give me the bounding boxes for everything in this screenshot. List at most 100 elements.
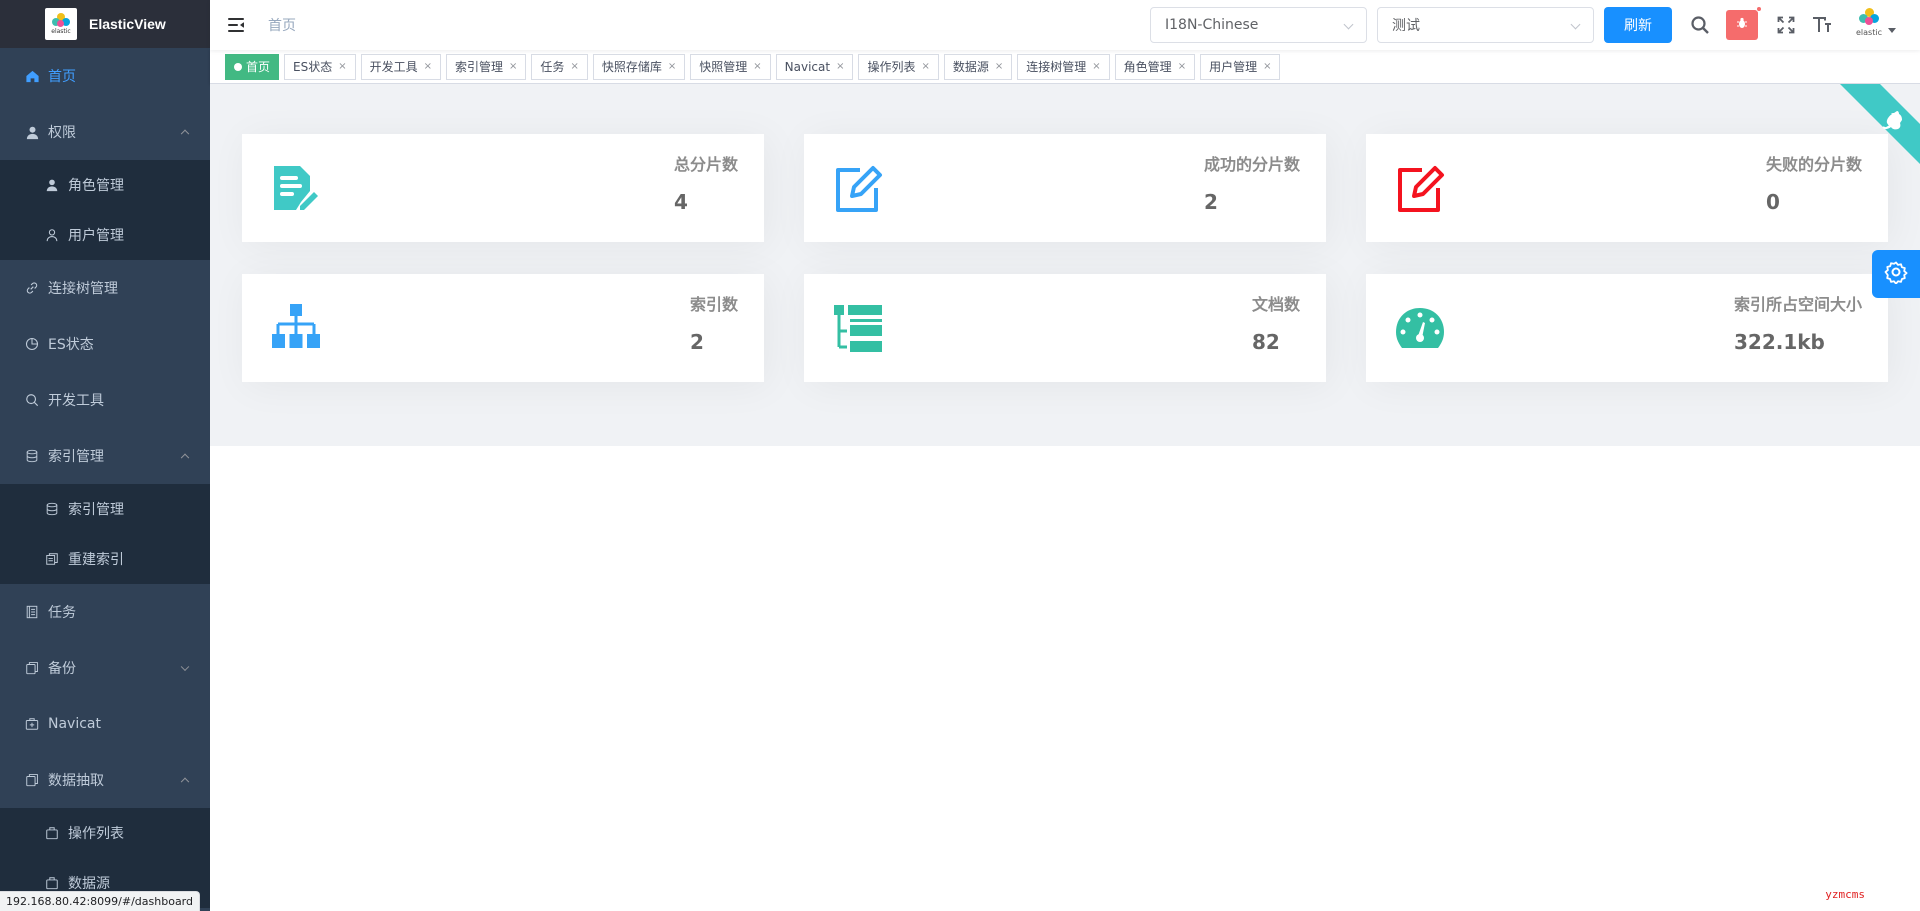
user-icon	[24, 124, 40, 140]
sidebar-item-operation-list[interactable]: 操作列表	[0, 808, 210, 858]
sidebar-item-reindex[interactable]: 重建索引	[0, 534, 210, 584]
close-icon[interactable]: ×	[338, 55, 346, 79]
tag-label: ES状态	[293, 59, 333, 74]
submenu-permissions: 角色管理 用户管理	[0, 160, 210, 260]
sidebar-item-user-management[interactable]: 用户管理	[0, 210, 210, 260]
avatar: elastic	[1854, 8, 1884, 42]
stat-text: 索引所占空间大小 322.1kb	[1733, 296, 1862, 354]
tag-role-management[interactable]: 角色管理 ×	[1114, 53, 1196, 80]
notification-dot	[1756, 6, 1762, 12]
sidebar-item-home[interactable]: 首页	[0, 48, 210, 104]
chevron-up-icon	[180, 777, 190, 787]
sidebar-item-label: 操作列表	[68, 826, 124, 842]
sidebar-item-label: 首页	[48, 69, 76, 85]
navbar: 首页 I18N-Chinese 测试 刷新 elastic	[210, 0, 1920, 50]
tree-structure-icon	[270, 302, 322, 354]
sidebar-item-connection-tree[interactable]: 连接树管理	[0, 260, 210, 316]
close-icon[interactable]: ×	[1178, 55, 1186, 79]
sidebar-item-role-management[interactable]: 角色管理	[0, 160, 210, 210]
stat-text: 失败的分片数 0	[1765, 156, 1862, 214]
sidebar-item-label: 索引管理	[68, 502, 124, 518]
sidebar-item-label: 用户管理	[68, 228, 124, 244]
connection-select[interactable]: 测试	[1377, 7, 1594, 43]
close-icon[interactable]: ×	[753, 55, 761, 79]
edit-square-icon	[1394, 162, 1446, 214]
tag-navicat[interactable]: Navicat ×	[775, 53, 854, 80]
sidebar-item-label: 开发工具	[48, 393, 104, 409]
close-icon[interactable]: ×	[668, 55, 676, 79]
error-log-button[interactable]	[1726, 6, 1762, 40]
status-bar-url: 192.168.80.42:8099/#/dashboard	[0, 891, 200, 911]
close-icon[interactable]: ×	[1263, 55, 1271, 79]
tag-label: 开发工具	[369, 59, 418, 74]
hamburger-icon[interactable]	[228, 18, 244, 32]
sidebar-item-es-status[interactable]: ES状态	[0, 316, 210, 372]
tag-dev-tools[interactable]: 开发工具 ×	[360, 53, 442, 80]
dashboard-panel: 总分片数 4 成功的分片数 2 失败的分片数 0 索引数 2 文档数 82 索引…	[210, 84, 1920, 446]
stat-value: 322.1kb	[1733, 330, 1825, 354]
sidebar-item-label: 数据抽取	[48, 773, 104, 789]
settings-button[interactable]	[1872, 250, 1920, 298]
watermark-text: yzmcms	[1825, 888, 1865, 901]
database-icon	[24, 448, 40, 464]
fullscreen-icon[interactable]	[1774, 13, 1798, 37]
tags-view: 首页 ES状态 × 开发工具 × 索引管理 × 任务 × 快照存储库 × 快照管理 × Na…	[210, 50, 1920, 84]
link-icon	[24, 280, 40, 296]
refresh-button[interactable]: 刷新	[1604, 7, 1672, 43]
tag-es-status[interactable]: ES状态 ×	[284, 53, 356, 80]
avatar-caption: elastic	[1856, 28, 1882, 37]
sidebar-item-dev-tools[interactable]: 开发工具	[0, 372, 210, 428]
tag-user-management[interactable]: 用户管理 ×	[1200, 53, 1281, 80]
close-icon[interactable]: ×	[509, 55, 517, 79]
font-size-icon[interactable]	[1810, 13, 1834, 37]
sidebar-item-label: ES状态	[48, 337, 94, 353]
avatar-dropdown[interactable]: elastic	[1854, 8, 1896, 42]
search-icon[interactable]	[1688, 13, 1712, 37]
sidebar-item-permissions[interactable]: 权限	[0, 104, 210, 160]
sidebar-item-index-management[interactable]: 索引管理	[0, 428, 210, 484]
tag-snapshot-management[interactable]: 快照管理 ×	[690, 53, 771, 80]
tag-snapshot-repository[interactable]: 快照存储库 ×	[592, 53, 686, 80]
stat-text: 成功的分片数 2	[1204, 156, 1300, 213]
close-icon[interactable]: ×	[921, 55, 929, 79]
stat-card-index-count[interactable]: 索引数 2	[242, 274, 764, 382]
tag-data-source[interactable]: 数据源 ×	[943, 53, 1013, 80]
suitcase-icon	[44, 875, 60, 891]
document-edit-icon	[270, 162, 322, 214]
app-title: ElasticView	[89, 16, 166, 32]
tag-label: 数据源	[952, 59, 989, 74]
stat-text: 索引数 2	[690, 296, 738, 353]
copy-icon	[44, 551, 60, 567]
sidebar-item-tasks[interactable]: 任务	[0, 584, 210, 640]
gear-icon	[1884, 260, 1908, 288]
close-icon[interactable]: ×	[1092, 55, 1100, 79]
close-icon[interactable]: ×	[995, 55, 1003, 79]
tag-connection-tree[interactable]: 连接树管理 ×	[1017, 53, 1110, 80]
breadcrumb[interactable]: 首页	[268, 15, 296, 35]
tag-label: 索引管理	[455, 59, 504, 74]
stat-card-total-shards[interactable]: 总分片数 4	[242, 134, 764, 242]
stat-card-index-size[interactable]: 索引所占空间大小 322.1kb	[1366, 274, 1888, 382]
tag-index-management[interactable]: 索引管理 ×	[446, 53, 527, 80]
close-icon[interactable]: ×	[836, 55, 844, 79]
sidebar-item-navicat[interactable]: Navicat	[0, 696, 210, 752]
tag-tasks[interactable]: 任务 ×	[531, 53, 588, 80]
sidebar-item-backup[interactable]: 备份	[0, 640, 210, 696]
language-select[interactable]: I18N-Chinese	[1150, 7, 1367, 43]
close-icon[interactable]: ×	[424, 55, 432, 79]
copy-document-icon	[24, 772, 40, 788]
sidebar: elastic ElasticView 首页 权限 角色管理 用户管理 连接树管…	[0, 0, 210, 911]
tag-home[interactable]: 首页	[225, 53, 280, 80]
stat-card-document-count[interactable]: 文档数 82	[804, 274, 1326, 382]
sidebar-item-index-management-sub[interactable]: 索引管理	[0, 484, 210, 534]
github-corner-link[interactable]	[1840, 84, 1920, 164]
tag-operation-list[interactable]: 操作列表 ×	[858, 53, 939, 80]
stat-card-failed-shards[interactable]: 失败的分片数 0	[1366, 134, 1888, 242]
home-icon	[24, 68, 40, 84]
caret-down-icon	[1888, 27, 1896, 33]
sidebar-logo[interactable]: elastic ElasticView	[0, 0, 210, 48]
stat-card-successful-shards[interactable]: 成功的分片数 2	[804, 134, 1326, 242]
sidebar-item-data-extraction[interactable]: 数据抽取	[0, 752, 210, 808]
stat-value: 0	[1765, 190, 1780, 214]
close-icon[interactable]: ×	[570, 55, 578, 79]
